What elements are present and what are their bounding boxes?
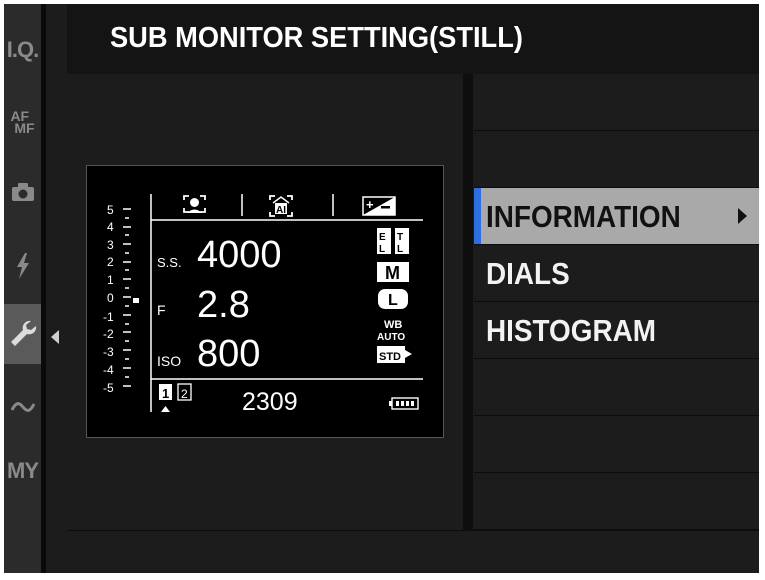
svg-text:L: L	[379, 244, 385, 255]
sidebar-item-af-mf[interactable]: AF MF	[4, 92, 41, 152]
menu-item-label: HISTOGRAM	[486, 313, 657, 348]
chevron-right-icon	[738, 208, 747, 224]
scale-label: -3	[103, 345, 114, 359]
iso-value: 800	[197, 333, 260, 375]
preview-display: 5 4 3 2 1 0 -1 -2 -3 -4 -5 AI + S.S. 400…	[103, 194, 423, 416]
f-value: 2.8	[197, 284, 250, 326]
sidebar-item-shooting[interactable]	[4, 162, 41, 222]
settings-menu: INFORMATION DIALS HISTOGRAM	[474, 74, 759, 530]
scale-label: -1	[103, 310, 114, 324]
iso-label: ISO	[157, 353, 181, 369]
sidebar: I.Q. AF MF MY	[4, 4, 41, 573]
menu-item-histogram[interactable]: HISTOGRAM	[474, 302, 759, 359]
sidebar-item-connection[interactable]	[4, 377, 41, 437]
svg-text:T: T	[397, 232, 403, 243]
footer-divider	[67, 530, 759, 531]
menu-item-empty	[474, 131, 759, 188]
ae-af-lock-icon: E L T L	[377, 228, 409, 255]
battery-icon	[389, 397, 419, 410]
svg-text:STD: STD	[379, 351, 401, 363]
camera-menu-screen: I.Q. AF MF MY SUB MONITOR SETTING(STILL)…	[4, 4, 759, 573]
svg-text:AI: AI	[276, 205, 286, 216]
sidebar-item-setup[interactable]	[4, 304, 41, 364]
wrench-icon	[10, 320, 36, 346]
sidebar-pointer-icon	[51, 330, 59, 344]
wb-auto-icon: WB AUTO	[377, 319, 405, 343]
sidebar-item-image-quality[interactable]: I.Q.	[4, 20, 41, 80]
scale-label: 0	[107, 291, 114, 305]
size-l-icon: L	[378, 289, 408, 309]
ai-scene-icon: AI	[269, 195, 293, 217]
svg-text:WB: WB	[384, 319, 402, 331]
exposure-indicator-icon	[133, 298, 139, 303]
card-slot-2-icon: 2	[177, 383, 192, 401]
my-menu-icon: MY	[7, 458, 39, 483]
image-quality-icon: I.Q.	[6, 37, 39, 62]
film-std-icon: STD	[377, 346, 412, 363]
menu-item-information[interactable]: INFORMATION	[474, 188, 759, 245]
page-title: SUB MONITOR SETTING(STILL)	[110, 22, 523, 54]
wave-icon	[10, 402, 35, 412]
sidebar-item-flash[interactable]	[4, 236, 41, 296]
menu-item-label: INFORMATION	[486, 199, 681, 234]
menu-item-empty	[474, 416, 759, 473]
scale-label: -5	[103, 381, 114, 395]
exposure-scale: 5 4 3 2 1 0 -1 -2 -3 -4 -5	[103, 203, 139, 395]
scale-label: -4	[103, 363, 114, 377]
menu-item-empty	[474, 473, 759, 530]
shots-remaining: 2309	[242, 388, 298, 416]
card-slot-1-icon: 1	[159, 384, 172, 412]
selection-indicator	[474, 188, 481, 244]
header: SUB MONITOR SETTING(STILL)	[67, 4, 759, 74]
sidebar-item-my-menu[interactable]: MY	[4, 441, 41, 501]
scale-label: 5	[107, 203, 114, 217]
flash-icon	[16, 253, 29, 279]
scale-label: 3	[107, 238, 114, 252]
svg-text:+: +	[366, 197, 374, 212]
svg-text:L: L	[388, 292, 398, 309]
exposure-comp-icon: +	[362, 196, 396, 216]
svg-text:M: M	[385, 263, 400, 283]
sidebar-divider	[41, 4, 46, 573]
af-mf-icon: AF MF	[10, 108, 35, 136]
menu-item-empty	[474, 359, 759, 416]
menu-item-dials[interactable]: DIALS	[474, 245, 759, 302]
scrollbar-track	[463, 74, 473, 530]
svg-text:E: E	[379, 232, 386, 243]
menu-item-label: DIALS	[486, 256, 570, 291]
f-label: F	[157, 302, 166, 318]
svg-text:L: L	[397, 244, 403, 255]
svg-text:1: 1	[162, 386, 169, 401]
scale-label: 2	[107, 255, 114, 269]
scale-label: -2	[103, 327, 114, 341]
sub-monitor-preview: 5 4 3 2 1 0 -1 -2 -3 -4 -5 AI + S.S. 400…	[86, 165, 444, 438]
svg-text:2: 2	[181, 387, 188, 401]
mode-m-icon: M	[377, 262, 409, 283]
ss-label: S.S.	[157, 255, 182, 270]
ss-value: 4000	[197, 234, 282, 276]
scale-label: 1	[107, 273, 114, 287]
scale-label: 4	[107, 220, 114, 234]
menu-item-empty	[474, 74, 759, 131]
face-detect-icon	[183, 195, 206, 213]
camera-icon	[11, 183, 34, 201]
svg-text:AUTO: AUTO	[377, 332, 405, 343]
